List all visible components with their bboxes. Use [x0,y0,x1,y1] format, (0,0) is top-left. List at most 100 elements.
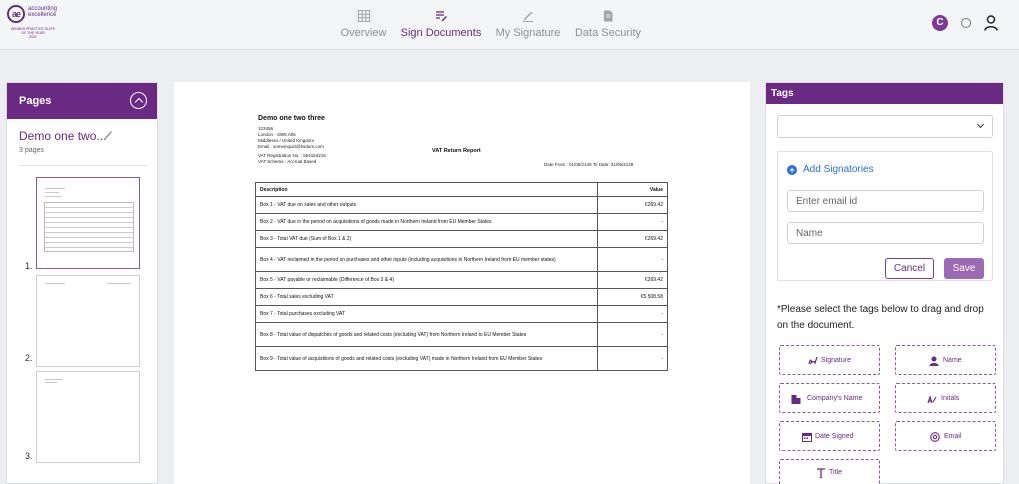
date-range: Date From : 01/05/2149 To Date: 31/05/21… [544,162,634,167]
tag-date-signed-label: Date Signed [815,433,854,440]
report-title: VAT Return Report [432,148,481,154]
top-header: ae accounting excellence Winner Practice… [0,0,1019,50]
cell-value: €269.42 [597,230,668,248]
thumbnail-number: 3. [25,451,33,461]
thumbnail-number: 2. [25,353,33,363]
table-row: Box 3 - Total VAT due (Sum of Box 1 & 2)… [255,230,668,248]
cell-value: - [597,346,668,371]
tag-company-name-label: Company's Name [807,395,863,402]
cell-description: Box 2 - VAT due in the period on acquisi… [255,213,598,231]
thumb-table [44,202,134,252]
thumbnail-number: 1. [25,261,33,271]
tag-title[interactable]: Title [779,459,880,484]
at-icon [930,432,940,442]
cell-description: Box 4 - VAT reclaimed in the period on p… [255,247,598,272]
document-canvas[interactable]: Demo one two three 123456 London - SW5 A… [174,82,750,484]
signatory-form: + Add Signatories Cancel Save [777,151,993,281]
email-input[interactable] [787,190,984,212]
logo-line2: excellence [28,12,57,18]
tags-panel: Tags + Add Signatories Cancel Save *Plea… [765,82,1004,484]
thumb-line [45,188,65,189]
address-line: VAT Registration No. : 564154215 [258,153,326,158]
table-row: Box 2 - VAT due in the period on acquisi… [255,213,668,231]
tag-company-name[interactable]: Company's Name [779,383,880,413]
initials-icon [927,395,937,404]
nav-overview[interactable]: Overview [336,0,391,50]
tag-date-signed[interactable]: Date Signed [779,421,880,451]
table-row: Box 9 - Total value of acquisitions of g… [255,346,668,371]
tag-email[interactable]: Email [895,421,996,451]
user-icon[interactable] [984,15,998,31]
cell-description: Box 3 - Total VAT due (Sum of Box 1 & 2) [255,230,598,248]
nav-sign-documents[interactable]: Sign Documents [400,0,482,50]
page-thumbnail-2[interactable] [36,275,140,367]
tag-signature[interactable]: Signature [779,345,880,375]
cell-value: €269.42 [597,196,668,214]
nav-data-security[interactable]: Data Security [574,0,642,50]
name-input[interactable] [787,222,984,244]
cell-description: Box 6 - Total sales excluding VAT [255,288,598,306]
column-header: Description [255,182,598,197]
building-icon [791,395,801,404]
cell-description: Box 9 - Total value of acquisitions of g… [255,346,598,371]
nav-sign-documents-label: Sign Documents [400,27,482,39]
nav-overview-label: Overview [340,27,387,39]
tag-signature-label: Signature [821,357,851,364]
logo-mark: ae [7,5,25,23]
save-button[interactable]: Save [944,258,984,279]
nav-my-signature-label: My Signature [495,27,561,39]
collapse-up-icon[interactable] [130,92,147,109]
tag-name[interactable]: Name [895,345,996,375]
cancel-button[interactable]: Cancel [885,258,934,279]
signatory-select[interactable] [777,115,993,138]
table-header-row: Description Value [255,182,668,197]
file-lock-icon [604,10,613,22]
thumb-line [45,382,57,383]
brand-badge-icon[interactable]: C [932,15,948,31]
sign-doc-icon [436,11,447,22]
cell-value: - [597,213,668,231]
pages-header: Pages [7,83,157,119]
table-row: Box 6 - Total sales excluding VAT €5,508.… [255,288,668,306]
column-header: Value [597,182,668,197]
tag-name-label: Name [943,357,962,364]
cell-value: €5,508.58 [597,288,668,306]
cell-description: Box 1 - VAT due on sales and other outpu… [255,196,598,214]
nav-my-signature[interactable]: My Signature [494,0,562,50]
address-line: 123456 [258,126,274,131]
pages-title: Pages [19,95,52,107]
table-row: Box 4 - VAT reclaimed in the period on p… [255,247,668,272]
tag-title-label: Title [829,469,842,476]
add-signatories-link[interactable]: Add Signatories [803,164,874,175]
cell-value: - [597,305,668,323]
logo-sub3: 2021 [29,35,37,39]
company-logo[interactable]: ae accounting excellence Winner Practice… [7,5,77,45]
pages-panel: Pages Demo one two... 3 pages 1. 2. 3. [6,82,158,484]
cell-value: - [597,247,668,272]
tag-initials-label: Initals [941,395,960,402]
table-row: Box 8 - Total value of dispatches of goo… [255,322,668,347]
nav-data-security-label: Data Security [574,27,642,39]
logo-subtitle: Winner Practice Suite of the year 2021 [7,27,59,39]
pen-icon [523,11,533,22]
table-row: Box 7 - Total purchases excluding VAT - [255,305,668,323]
tag-instructions: *Please select the tags below to drag an… [777,304,984,331]
plus-circle-icon[interactable]: + [787,165,797,175]
page-thumbnail-1[interactable] [36,177,140,269]
edit-pencil-icon[interactable] [103,129,113,141]
thumb-line [45,192,59,193]
person-icon [929,356,939,366]
tags-title: Tags [771,88,794,99]
page-count: 3 pages [19,147,44,154]
thumb-line [45,196,61,197]
signature-icon [808,356,818,365]
table-row: Box 5 - VAT payable or reclaimable (Diff… [255,271,668,289]
address-line: VAT Scheme : Accrual Based [258,159,317,164]
company-name: Demo one two three [258,115,325,122]
divider [19,165,147,166]
calendar-icon [802,433,812,442]
clock-icon[interactable] [961,18,971,28]
page-thumbnail-3[interactable] [36,371,140,463]
address-line: London - SW5 A06 [258,132,296,137]
tag-initials[interactable]: Initals [895,383,996,413]
